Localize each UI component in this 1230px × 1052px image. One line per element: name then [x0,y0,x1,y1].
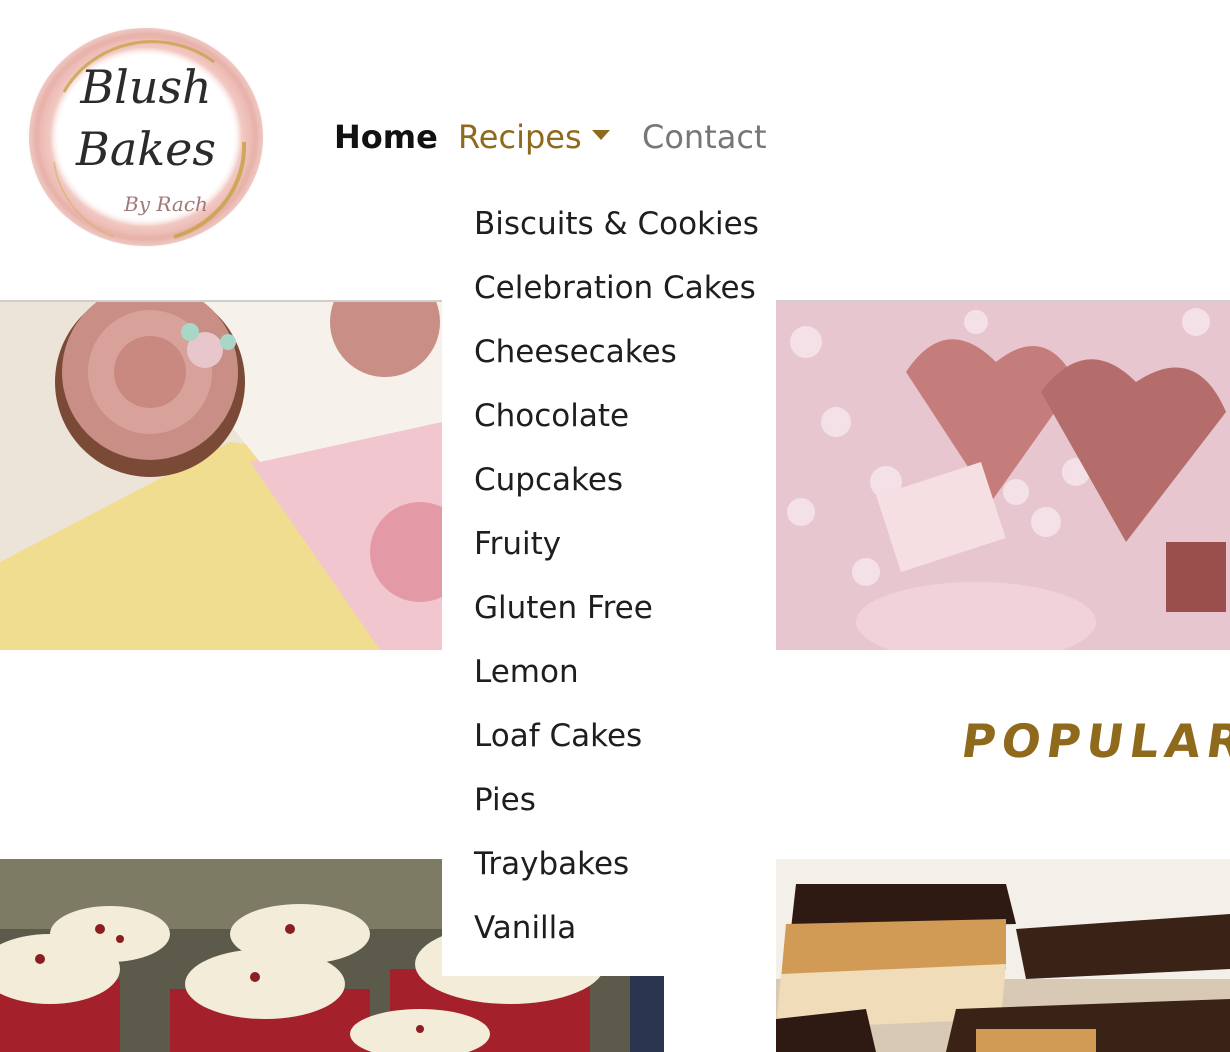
dropdown-item-pies[interactable]: Pies [474,780,536,820]
hero-image-chocolate-hearts [776,302,1230,650]
caret-down-icon[interactable] [592,130,610,140]
dropdown-item-cupcakes[interactable]: Cupcakes [474,460,623,500]
recipes-dropdown-menu: Biscuits & Cookies Celebration Cakes Che… [442,192,776,976]
hero-image-cupcakes [0,302,442,650]
dropdown-item-fruity[interactable]: Fruity [474,524,561,564]
logo-line-blush: Blush [80,60,212,114]
popular-recipes-heading: POPULAR RE [958,714,1230,768]
nav-contact[interactable]: Contact [642,115,767,159]
dropdown-item-chocolate[interactable]: Chocolate [474,396,629,436]
dropdown-item-cheesecakes[interactable]: Cheesecakes [474,332,677,372]
dropdown-item-loaf-cakes[interactable]: Loaf Cakes [474,716,642,756]
dropdown-item-vanilla[interactable]: Vanilla [474,908,576,948]
chocolate-hearts-image [776,302,1230,650]
dropdown-item-biscuits-cookies[interactable]: Biscuits & Cookies [474,204,759,244]
dropdown-item-celebration-cakes[interactable]: Celebration Cakes [474,268,756,308]
page: Blush Bakes By Rach Home Recipes Contact [0,0,1230,1052]
logo-line-bakes: Bakes [76,122,216,176]
nav-recipes[interactable]: Recipes [458,115,582,159]
recipe-image-millionaire-shortbread[interactable] [776,859,1230,1052]
dropdown-item-traybakes[interactable]: Traybakes [474,844,629,884]
site-logo[interactable]: Blush Bakes By Rach [24,22,268,252]
logo-line-byrach: By Rach [124,192,208,216]
dropdown-item-lemon[interactable]: Lemon [474,652,579,692]
millionaire-shortbread-image [776,859,1230,1052]
cupcake-box-image [0,302,442,650]
nav-home[interactable]: Home [334,115,438,159]
dropdown-item-gluten-free[interactable]: Gluten Free [474,588,653,628]
